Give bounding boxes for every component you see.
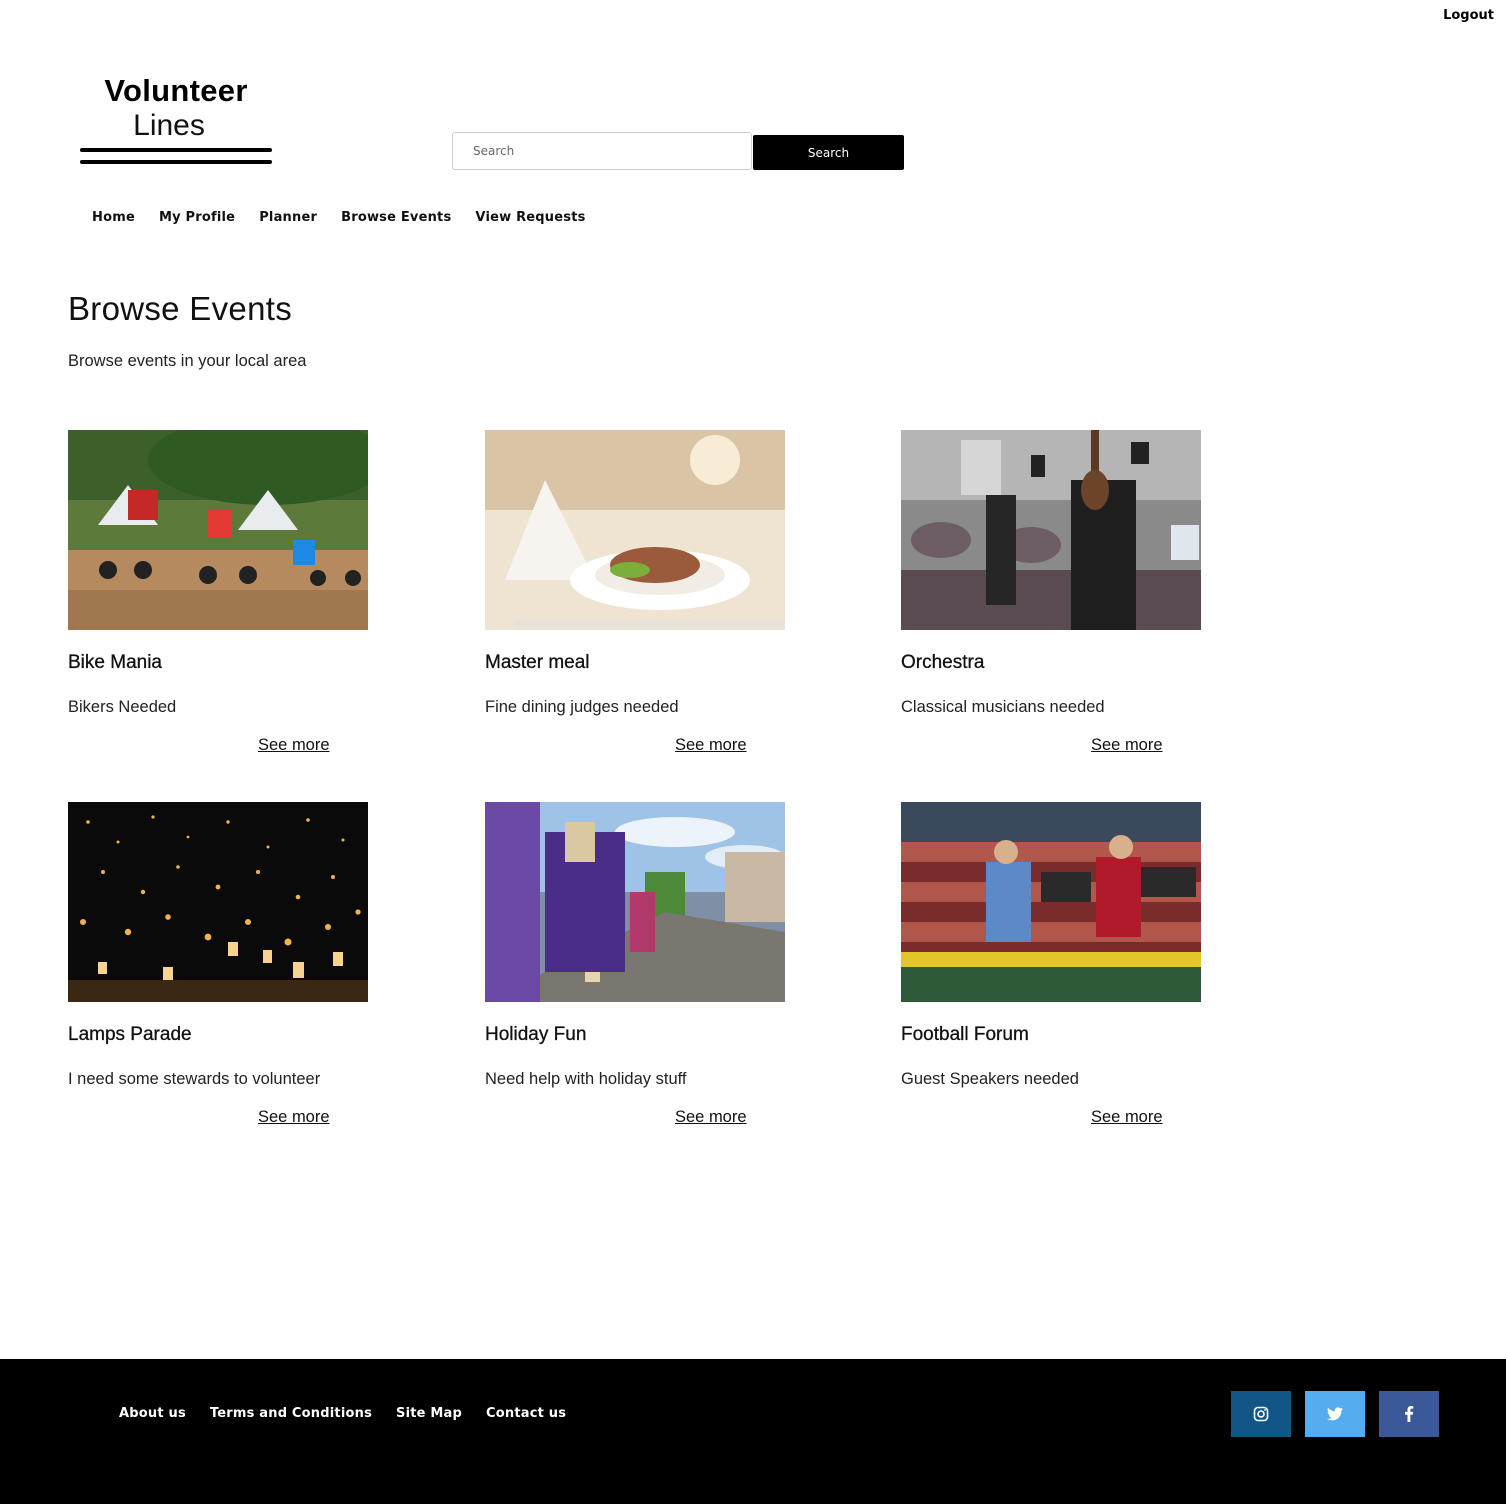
event-title: Football Forum (901, 1024, 1029, 1045)
footer-link-sitemap[interactable]: Site Map (396, 1406, 462, 1421)
see-more-link[interactable]: See more (1091, 736, 1163, 755)
search-button[interactable]: Search (753, 135, 904, 170)
event-description: Fine dining judges needed (485, 698, 679, 716)
event-description: Guest Speakers needed (901, 1070, 1079, 1088)
logo-line-1: Volunteer (104, 73, 248, 108)
facebook-icon (1405, 1406, 1414, 1422)
logo[interactable]: Volunteer Lines (78, 74, 274, 164)
stadium-cameras-photo[interactable] (901, 802, 1201, 1002)
twitter-icon (1327, 1407, 1343, 1421)
instagram-button[interactable] (1231, 1391, 1291, 1437)
logo-underline (80, 160, 272, 164)
facebook-button[interactable] (1379, 1391, 1439, 1437)
event-title: Lamps Parade (68, 1024, 192, 1045)
instagram-icon (1253, 1406, 1269, 1422)
footer-link-contact[interactable]: Contact us (486, 1406, 566, 1421)
page-title: Browse Events (68, 290, 292, 327)
event-title: Master meal (485, 652, 590, 673)
lanterns-photo[interactable] (68, 802, 368, 1002)
nav-item-browse-events[interactable]: Browse Events (341, 210, 451, 225)
see-more-link[interactable]: See more (258, 736, 330, 755)
event-card: Orchestra Classical musicians needed See… (901, 430, 1231, 754)
see-more-link[interactable]: See more (1091, 1108, 1163, 1127)
nav-item-planner[interactable]: Planner (259, 210, 317, 225)
event-title: Bike Mania (68, 652, 162, 673)
logout-link[interactable]: Logout (1443, 8, 1494, 23)
see-more-link[interactable]: See more (258, 1108, 330, 1127)
event-description: Classical musicians needed (901, 698, 1105, 716)
footer-link-terms[interactable]: Terms and Conditions (210, 1406, 372, 1421)
twitter-button[interactable] (1305, 1391, 1365, 1437)
event-card: Bike Mania Bikers Needed See more (68, 430, 398, 754)
dinner-plate-photo[interactable] (485, 430, 785, 630)
nav-item-home[interactable]: Home (92, 210, 135, 225)
event-card: Lamps Parade I need some stewards to vol… (68, 802, 398, 1126)
event-card: Football Forum Guest Speakers needed See… (901, 802, 1231, 1126)
parade-photo[interactable] (485, 802, 785, 1002)
event-description: Bikers Needed (68, 698, 177, 716)
motocross-photo[interactable] (68, 430, 368, 630)
footer-link-about[interactable]: About us (119, 1406, 186, 1421)
event-description: I need some stewards to volunteer (68, 1070, 321, 1088)
nav-item-my-profile[interactable]: My Profile (159, 210, 235, 225)
event-title: Orchestra (901, 652, 985, 673)
nav-item-view-requests[interactable]: View Requests (475, 210, 585, 225)
orchestra-photo[interactable] (901, 430, 1201, 630)
page-subtitle: Browse events in your local area (68, 352, 307, 370)
event-card: Master meal Fine dining judges needed Se… (485, 430, 815, 754)
event-title: Holiday Fun (485, 1024, 587, 1045)
logo-underline (80, 148, 272, 152)
see-more-link[interactable]: See more (675, 1108, 747, 1127)
footer: About us Terms and Conditions Site Map C… (0, 1359, 1506, 1504)
event-card: Holiday Fun Need help with holiday stuff… (485, 802, 815, 1126)
footer-links: About us Terms and Conditions Site Map C… (119, 1406, 566, 1421)
logo-line-2: Lines (133, 109, 205, 142)
main-nav: Home My Profile Planner Browse Events Vi… (92, 210, 586, 225)
see-more-link[interactable]: See more (675, 736, 747, 755)
search-input[interactable] (452, 132, 752, 170)
event-description: Need help with holiday stuff (485, 1070, 687, 1088)
